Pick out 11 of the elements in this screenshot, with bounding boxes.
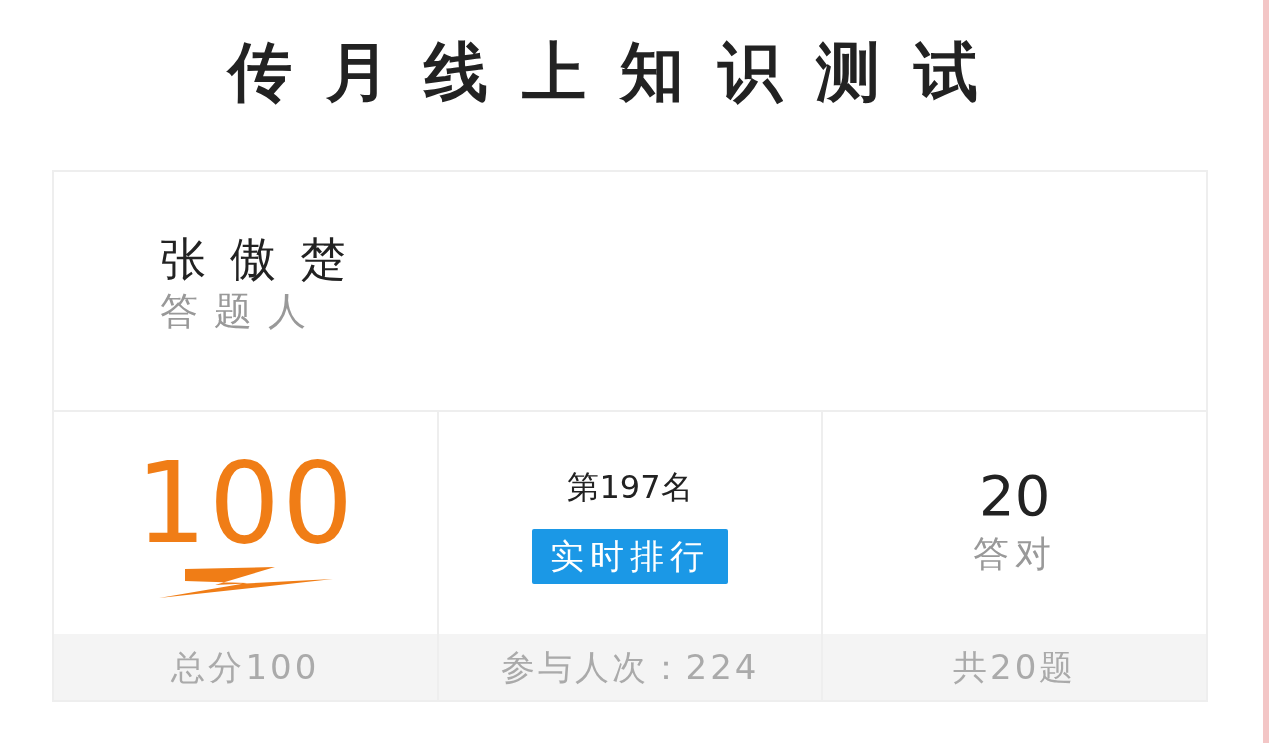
- correct-count: 20: [979, 465, 1051, 527]
- page-title: 传月线上知识测试: [225, 34, 1013, 104]
- stat-footer: 共20题: [823, 634, 1206, 700]
- score-value: 100: [135, 447, 356, 559]
- stat-footer: 总分100: [54, 634, 437, 700]
- rank-text: 第197名: [567, 466, 693, 508]
- ranking-button[interactable]: 实时排行: [532, 528, 728, 584]
- respondent-name: 张傲楚: [160, 232, 371, 288]
- correct-label: 答对: [972, 531, 1057, 576]
- stat-footer: 参与人次：224: [438, 634, 822, 700]
- respondent-label: 答题人: [160, 288, 323, 336]
